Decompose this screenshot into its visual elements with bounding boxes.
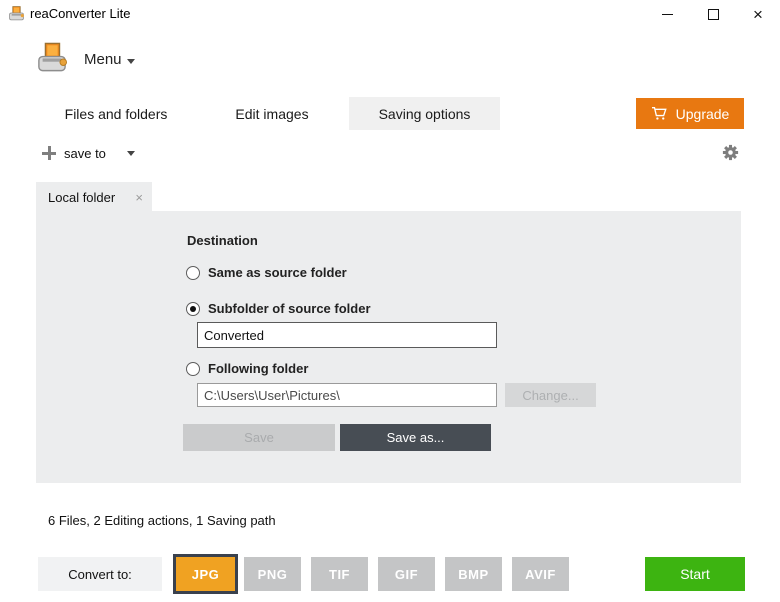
radio-circle-checked[interactable] [186, 302, 200, 316]
tab-edit-images[interactable]: Edit images [212, 97, 332, 130]
converter-printer-icon[interactable] [37, 41, 67, 74]
minimize-icon [662, 14, 673, 15]
local-folder-close-icon[interactable]: × [135, 190, 143, 205]
change-folder-button[interactable]: Change... [505, 383, 596, 407]
radio-same-as-source-folder[interactable]: Same as source folder [186, 265, 347, 280]
save-as-button[interactable]: Save as... [340, 424, 491, 451]
format-button-jpg[interactable]: JPG [173, 554, 238, 594]
bottom-bar: Convert to: JPG PNG TIF GIF BMP AVIF Sta… [0, 545, 780, 602]
format-button-png[interactable]: PNG [244, 557, 301, 591]
tab-files-and-folders[interactable]: Files and folders [36, 97, 196, 130]
radio-following-folder[interactable]: Following folder [186, 361, 308, 376]
folder-path-input[interactable] [197, 383, 497, 407]
upgrade-label: Upgrade [676, 106, 730, 122]
close-button[interactable]: × [743, 0, 773, 28]
upgrade-button[interactable]: Upgrade [636, 98, 744, 129]
format-button-gif[interactable]: GIF [378, 557, 435, 591]
format-button-avif[interactable]: AVIF [512, 557, 569, 591]
subfolder-name-input[interactable] [197, 322, 497, 348]
tabs-row: Files and folders Edit images Saving opt… [0, 97, 780, 130]
format-button-bmp[interactable]: BMP [445, 557, 502, 591]
start-button[interactable]: Start [645, 557, 745, 591]
menu-button[interactable]: Menu [84, 51, 122, 68]
save-to-button[interactable]: save to [64, 146, 106, 161]
destination-label: Destination [187, 233, 258, 248]
tab-saving-options[interactable]: Saving options [349, 97, 500, 130]
plus-icon[interactable] [42, 146, 56, 160]
radio-circle[interactable] [186, 266, 200, 280]
close-icon: × [753, 6, 763, 23]
menu-chevron-down-icon[interactable] [127, 59, 135, 64]
titlebar: reaConverter Lite × [0, 0, 780, 28]
save-to-chevron-down-icon[interactable] [127, 151, 135, 156]
cart-icon [651, 106, 668, 121]
settings-button[interactable] [719, 143, 741, 165]
status-summary: 6 Files, 2 Editing actions, 1 Saving pat… [48, 513, 276, 528]
saving-options-panel: Destination Same as source folder Subfol… [36, 211, 741, 483]
radio-label: Same as source folder [208, 265, 347, 280]
maximize-button[interactable] [698, 0, 728, 28]
minimize-button[interactable] [652, 0, 682, 28]
radio-label: Subfolder of source folder [208, 301, 371, 316]
radio-subfolder-of-source-folder[interactable]: Subfolder of source folder [186, 301, 371, 316]
convert-to-label: Convert to: [38, 557, 162, 591]
maximize-icon [708, 9, 719, 20]
window-title: reaConverter Lite [30, 6, 130, 21]
local-folder-tab-label: Local folder [48, 190, 115, 205]
radio-circle[interactable] [186, 362, 200, 376]
radio-label: Following folder [208, 361, 308, 376]
format-button-tif[interactable]: TIF [311, 557, 368, 591]
save-to-row: save to [0, 140, 780, 168]
app-icon [8, 5, 25, 22]
menu-row: Menu [0, 38, 780, 88]
save-button[interactable]: Save [183, 424, 335, 451]
tab-local-folder[interactable]: Local folder × [36, 182, 152, 212]
